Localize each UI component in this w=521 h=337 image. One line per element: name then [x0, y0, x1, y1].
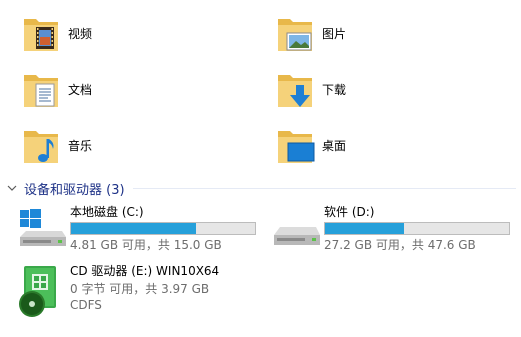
folder-label: 下载 [322, 82, 347, 97]
drive-d[interactable]: 软件 (D:) 27.2 GB 可用，共 47.6 GB [272, 205, 510, 253]
video-folder-icon [22, 11, 62, 55]
devices-section-header[interactable]: 设备和驱动器 (3) [6, 178, 516, 198]
folder-label: 文档 [68, 82, 93, 97]
system-drive-icon [18, 205, 66, 253]
folder-music[interactable]: 音乐 [22, 122, 92, 168]
drive-usage-fill [71, 223, 197, 234]
documents-folder-icon [22, 67, 62, 111]
folder-label: 桌面 [322, 138, 347, 153]
drive-usage-fill [325, 223, 405, 234]
drive-usage-bar [324, 222, 510, 235]
downloads-folder-icon [276, 67, 316, 111]
drive-filesystem: CDFS [70, 298, 102, 312]
drive-name: 本地磁盘 (C:) [70, 205, 144, 219]
folder-documents[interactable]: 文档 [22, 66, 92, 112]
folder-downloads[interactable]: 下载 [276, 66, 346, 112]
hard-drive-icon [272, 205, 320, 253]
drive-name: 软件 (D:) [324, 205, 375, 219]
drive-space-text: 0 字节 可用，共 3.97 GB [70, 282, 210, 296]
drive-name: CD 驱动器 (E:) WIN10X64 [70, 264, 220, 278]
folder-label: 视频 [68, 26, 93, 41]
folder-desktop[interactable]: 桌面 [276, 122, 346, 168]
drive-usage-bar [70, 222, 256, 235]
folder-label: 音乐 [68, 138, 93, 153]
chevron-down-icon [7, 185, 17, 191]
section-title: 设备和驱动器 (3) [24, 182, 125, 198]
drive-space-text: 27.2 GB 可用，共 47.6 GB [324, 238, 476, 252]
cd-drive-icon [16, 264, 64, 317]
desktop-folder-icon [276, 123, 316, 167]
folder-label: 图片 [322, 26, 347, 41]
folder-pictures[interactable]: 图片 [276, 10, 346, 56]
pictures-folder-icon [276, 11, 316, 55]
drive-c[interactable]: 本地磁盘 (C:) 4.81 GB 可用，共 15.0 GB [18, 205, 256, 253]
folder-videos[interactable]: 视频 [22, 10, 92, 56]
section-divider [132, 187, 516, 189]
drive-space-text: 4.81 GB 可用，共 15.0 GB [70, 238, 222, 252]
drive-e[interactable]: CD 驱动器 (E:) WIN10X64 0 字节 可用，共 3.97 GB C… [16, 264, 220, 317]
music-folder-icon [22, 123, 62, 167]
